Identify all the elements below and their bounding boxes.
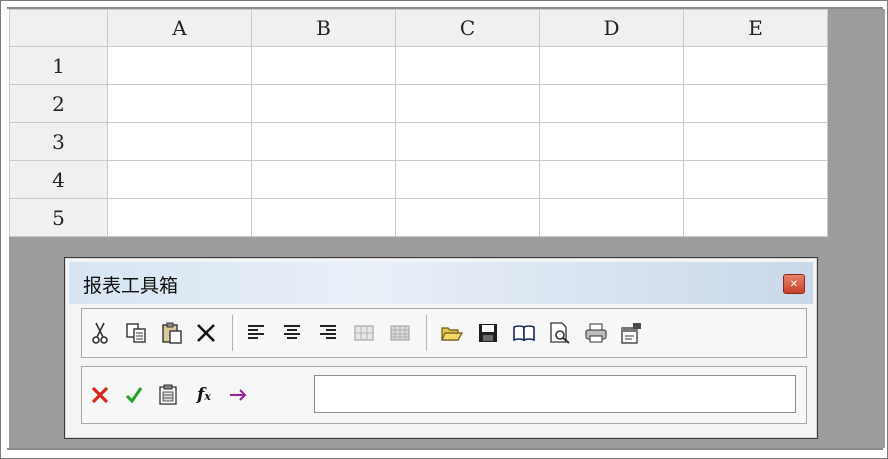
save-icon bbox=[479, 324, 497, 342]
cell[interactable] bbox=[683, 46, 828, 85]
toolbox-title: 报表工具箱 bbox=[83, 275, 179, 297]
cell[interactable] bbox=[251, 122, 396, 161]
cell[interactable] bbox=[107, 84, 252, 123]
confirm-formula-button[interactable] bbox=[120, 379, 148, 411]
toolbox-title-bar[interactable]: 报表工具箱 ✕ bbox=[69, 262, 813, 304]
cell[interactable] bbox=[107, 160, 252, 199]
fx-icon: fx bbox=[197, 385, 211, 405]
properties-icon bbox=[621, 323, 641, 344]
save-button[interactable] bbox=[474, 317, 502, 349]
cell[interactable] bbox=[539, 46, 684, 85]
formula-toolbar: fx bbox=[81, 366, 807, 424]
cell[interactable] bbox=[251, 198, 396, 237]
confirm-icon bbox=[125, 387, 143, 404]
align-right-button[interactable] bbox=[314, 317, 342, 349]
cut-icon bbox=[92, 322, 108, 344]
row-header-3[interactable]: 3 bbox=[9, 122, 108, 161]
cell[interactable] bbox=[539, 160, 684, 199]
row-header-2[interactable]: 2 bbox=[9, 84, 108, 123]
cancel-icon bbox=[91, 386, 109, 404]
row-header-1[interactable]: 1 bbox=[9, 46, 108, 85]
merge-cells-button[interactable] bbox=[350, 317, 378, 349]
close-button[interactable]: ✕ bbox=[783, 274, 805, 294]
merge-cells-icon bbox=[354, 325, 374, 341]
cell[interactable] bbox=[395, 122, 540, 161]
report-toolbox-panel: 报表工具箱 ✕ fx bbox=[64, 257, 818, 439]
paste-icon bbox=[162, 322, 182, 344]
split-cells-icon bbox=[390, 325, 410, 341]
sheet-row: 1 bbox=[9, 46, 828, 85]
close-icon: ✕ bbox=[789, 279, 799, 290]
align-center-icon bbox=[284, 325, 300, 339]
function-list-button[interactable] bbox=[154, 379, 182, 411]
print-preview-icon bbox=[550, 322, 570, 344]
cell[interactable] bbox=[683, 122, 828, 161]
cell[interactable] bbox=[395, 84, 540, 123]
bottom-ruler bbox=[7, 448, 883, 450]
apply-arrow-button[interactable] bbox=[224, 379, 252, 411]
copy-button[interactable] bbox=[122, 317, 150, 349]
book-icon bbox=[513, 325, 535, 342]
cell[interactable] bbox=[539, 122, 684, 161]
align-center-button[interactable] bbox=[278, 317, 306, 349]
paste-button[interactable] bbox=[158, 317, 186, 349]
copy-icon bbox=[126, 323, 146, 343]
cell[interactable] bbox=[683, 198, 828, 237]
print-preview-button[interactable] bbox=[546, 317, 574, 349]
cell[interactable] bbox=[107, 198, 252, 237]
properties-button[interactable] bbox=[618, 317, 646, 349]
column-header-row: A B C D E bbox=[9, 9, 828, 47]
sheet-row: 4 bbox=[9, 160, 828, 199]
spreadsheet-grid: A B C D E 1 2 3 4 5 bbox=[9, 9, 828, 237]
delete-icon bbox=[197, 324, 215, 342]
cell[interactable] bbox=[107, 46, 252, 85]
sheet-row: 5 bbox=[9, 198, 828, 237]
arrow-right-icon bbox=[230, 389, 247, 401]
column-header-b[interactable]: B bbox=[251, 9, 396, 47]
cancel-formula-button[interactable] bbox=[86, 379, 114, 411]
format-toolbar bbox=[81, 308, 807, 358]
cell[interactable] bbox=[107, 122, 252, 161]
insert-function-button[interactable]: fx bbox=[190, 379, 218, 411]
book-button[interactable] bbox=[510, 317, 538, 349]
cell[interactable] bbox=[683, 160, 828, 199]
open-button[interactable] bbox=[438, 317, 466, 349]
cell[interactable] bbox=[395, 198, 540, 237]
cell[interactable] bbox=[395, 46, 540, 85]
cell[interactable] bbox=[251, 160, 396, 199]
cell[interactable] bbox=[539, 84, 684, 123]
function-list-icon bbox=[159, 384, 177, 405]
row-header-4[interactable]: 4 bbox=[9, 160, 108, 199]
print-button[interactable] bbox=[582, 317, 610, 349]
cell[interactable] bbox=[251, 46, 396, 85]
cell[interactable] bbox=[395, 160, 540, 199]
column-header-a[interactable]: A bbox=[107, 9, 252, 47]
print-icon bbox=[585, 323, 607, 343]
cell[interactable] bbox=[539, 198, 684, 237]
toolbar-separator bbox=[426, 315, 430, 351]
row-header-5[interactable]: 5 bbox=[9, 198, 108, 237]
cell[interactable] bbox=[683, 84, 828, 123]
cut-button[interactable] bbox=[86, 317, 114, 349]
sheet-row: 3 bbox=[9, 122, 828, 161]
formula-input[interactable] bbox=[314, 375, 796, 413]
align-left-icon bbox=[248, 325, 264, 339]
open-folder-icon bbox=[441, 327, 464, 341]
column-header-c[interactable]: C bbox=[395, 9, 540, 47]
cell[interactable] bbox=[251, 84, 396, 123]
align-right-icon bbox=[320, 325, 336, 339]
column-header-e[interactable]: E bbox=[683, 9, 828, 47]
toolbar-separator bbox=[232, 315, 236, 351]
align-left-button[interactable] bbox=[242, 317, 270, 349]
column-header-d[interactable]: D bbox=[539, 9, 684, 47]
delete-button[interactable] bbox=[192, 317, 220, 349]
report-window: A B C D E 1 2 3 4 5 报表工具箱 ✕ fx bbox=[0, 0, 888, 459]
sheet-row: 2 bbox=[9, 84, 828, 123]
corner-cell[interactable] bbox=[9, 9, 108, 47]
split-cells-button[interactable] bbox=[386, 317, 414, 349]
